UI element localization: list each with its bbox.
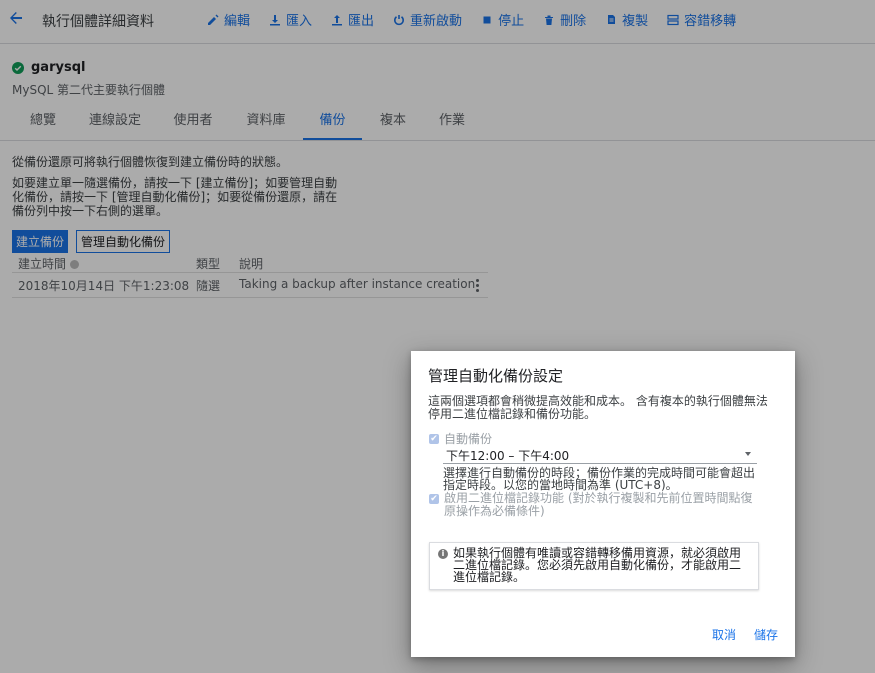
save-button[interactable]: 儲存 [754, 626, 778, 643]
cancel-button[interactable]: 取消 [712, 626, 736, 643]
dialog-title: 管理自動化備份設定 [428, 367, 564, 385]
backup-window-hint: 選擇進行自動備份的時段；備份作業的完成時間可能會超出指定時段。以您的當地時間為準… [443, 466, 756, 492]
dialog-intro: 這兩個選項都會稍微提高效能和成本。 含有複本的執行個體無法停用二進位檔記錄和備份… [428, 394, 768, 421]
backup-window-value: 下午12:00 – 下午4:00 [446, 449, 570, 463]
info-box: i 如果執行個體有唯讀或容錯轉移備用資源，就必須啟用二進位檔記錄。您必須先啟用自… [429, 542, 759, 590]
binlog-option[interactable]: ✔ 啟用二進位檔記錄功能 (對於執行複製和先前位置時間點復原操作為必備條件) [429, 492, 760, 518]
auto-backup-option[interactable]: ✔ 自動備份 [429, 430, 492, 447]
auto-backup-label: 自動備份 [444, 432, 493, 446]
info-icon: i [438, 549, 448, 559]
backup-window-select[interactable]: 下午12:00 – 下午4:00 [443, 446, 757, 464]
dialog-actions: 取消 儲存 [712, 626, 778, 643]
info-text: 如果執行個體有唯讀或容錯轉移備用資源，就必須啟用二進位檔記錄。您必須先啟用自動化… [453, 546, 742, 584]
dropdown-arrow-icon [745, 452, 751, 456]
binlog-checkbox[interactable]: ✔ [429, 494, 439, 504]
auto-backup-checkbox[interactable]: ✔ [429, 433, 439, 444]
manage-auto-backup-dialog: 管理自動化備份設定 這兩個選項都會稍微提高效能和成本。 含有複本的執行個體無法停… [411, 351, 795, 657]
binlog-label: 啟用二進位檔記錄功能 (對於執行複製和先前位置時間點復原操作為必備條件) [444, 491, 753, 518]
